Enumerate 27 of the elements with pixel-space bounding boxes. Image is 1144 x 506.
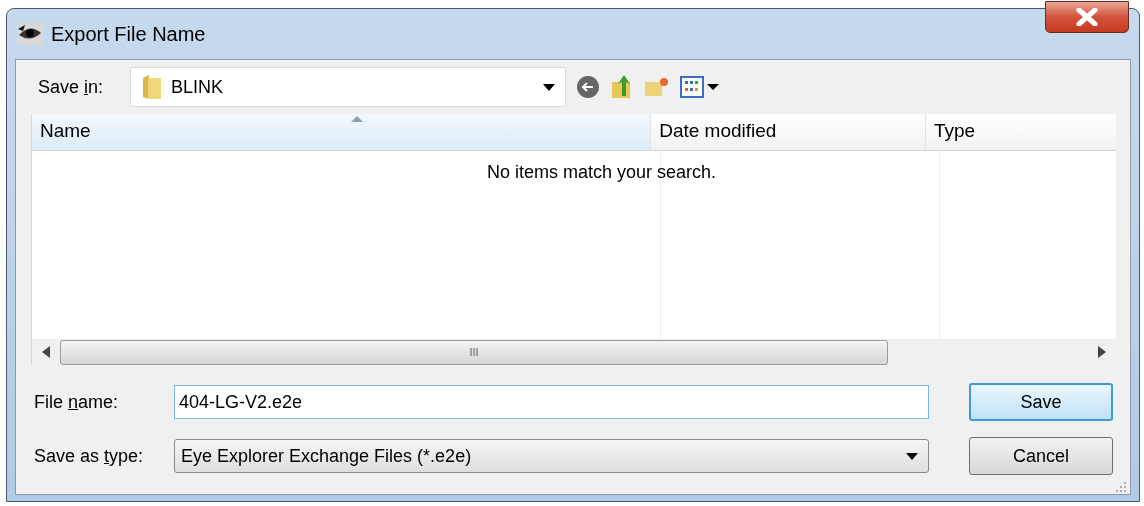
eye-icon <box>17 23 43 45</box>
new-folder-icon[interactable] <box>644 76 670 98</box>
save-as-type-label: Save as type: <box>33 444 145 468</box>
column-header[interactable]: Type <box>925 114 1116 150</box>
dropdown-arrow-icon <box>543 83 555 91</box>
window-title: Export File Name <box>51 22 206 47</box>
close-icon <box>1076 8 1098 26</box>
scroll-right-icon[interactable] <box>1098 346 1106 358</box>
column-header[interactable]: Name <box>32 114 652 150</box>
dialog-button[interactable]: Save <box>969 383 1113 421</box>
view-menu-icon[interactable] <box>680 76 720 98</box>
file-name-label: File name: <box>33 390 120 414</box>
save-in-label: Save in: <box>37 75 105 99</box>
folder-icon <box>141 74 163 100</box>
column-header[interactable]: Date modified <box>651 114 926 150</box>
dialog-button[interactable]: Cancel <box>969 437 1113 475</box>
empty-message: No items match your search. <box>485 161 718 184</box>
resize-grip-icon[interactable] <box>1116 482 1126 492</box>
close-button[interactable] <box>1045 1 1129 33</box>
file-name-field[interactable]: 404-LG-V2.e2e <box>174 385 929 419</box>
sort-arrow-icon <box>350 116 363 122</box>
back-icon[interactable] <box>576 75 600 99</box>
save-in-dropdown[interactable]: BLINK <box>130 67 566 107</box>
save-as-type-dropdown[interactable]: Eye Explorer Exchange Files (*.e2e) <box>174 439 929 473</box>
scrollbar-thumb[interactable]: III <box>60 339 888 365</box>
scroll-left-icon[interactable] <box>42 346 50 358</box>
dropdown-arrow-icon <box>906 452 918 460</box>
